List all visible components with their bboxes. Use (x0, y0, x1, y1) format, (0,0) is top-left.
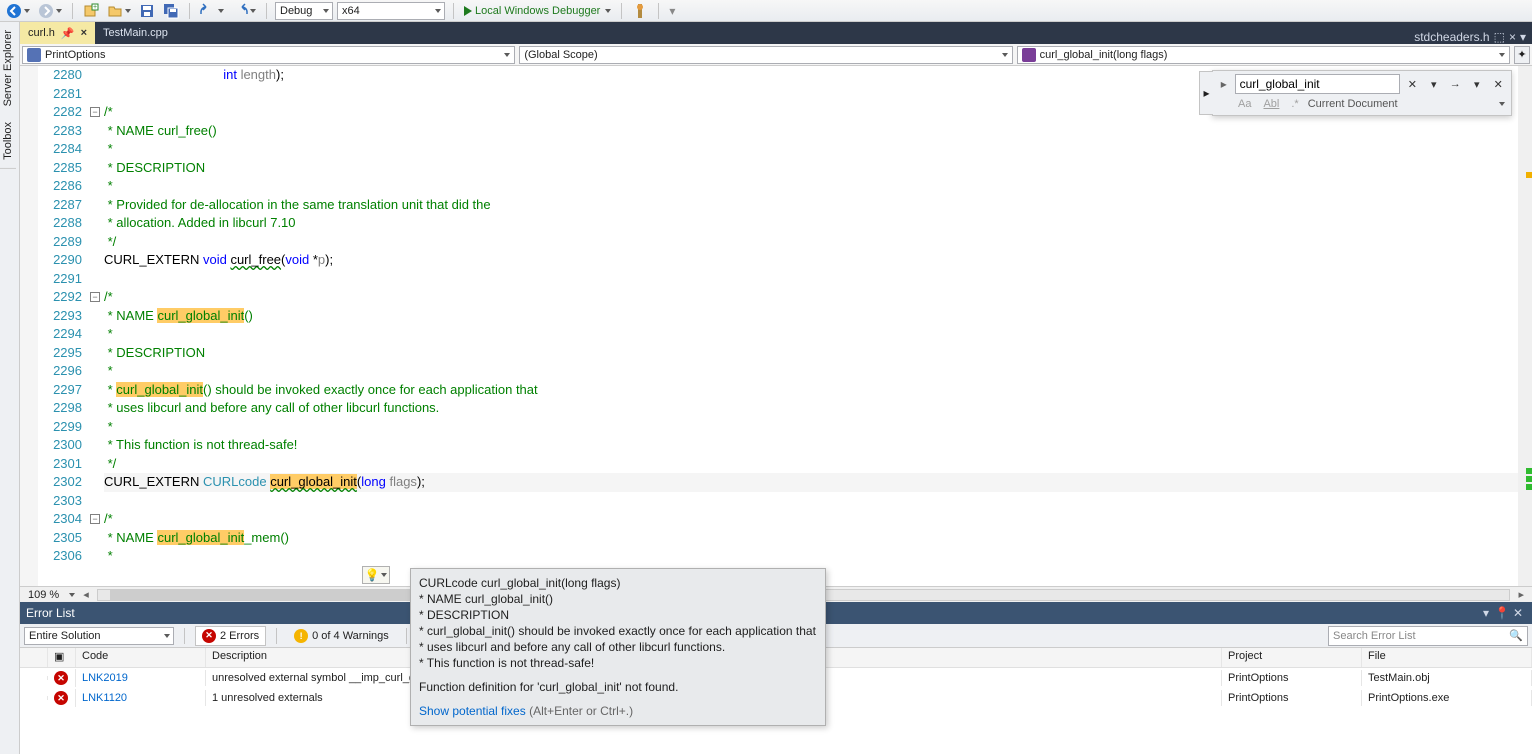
nav-back-button[interactable] (4, 0, 32, 21)
server-explorer-tab[interactable]: Server Explorer (0, 22, 16, 114)
config-select[interactable]: Debug (275, 2, 333, 20)
hscroll-left-icon[interactable]: ◂ (79, 588, 93, 601)
active-files-dropdown-icon[interactable]: ▾ (1520, 30, 1526, 44)
quick-actions-bulb-icon[interactable]: 💡 (362, 566, 390, 584)
save-icon[interactable] (137, 0, 157, 21)
left-tool-sidebar: Server Explorer Toolbox (0, 22, 20, 754)
platform-select[interactable]: x64 (337, 2, 445, 20)
close-icon[interactable]: × (81, 27, 87, 39)
expand-find-icon[interactable]: ▸ (1199, 71, 1213, 115)
close-icon[interactable]: × (1509, 30, 1516, 44)
tab-curl-h[interactable]: curl.h 📌 × (20, 22, 95, 44)
split-view-icon[interactable]: ✦ (1514, 46, 1530, 64)
close-find-icon[interactable]: ✕ (1490, 75, 1507, 93)
tab-label: TestMain.cpp (103, 27, 168, 39)
svg-text:+: + (93, 4, 97, 11)
redo-icon[interactable] (230, 0, 258, 21)
whole-word-toggle[interactable]: Abl (1260, 97, 1282, 111)
find-input[interactable] (1235, 74, 1400, 94)
intellisense-tooltip: CURLcode curl_global_init(long flags) * … (410, 568, 826, 726)
find-scope-select[interactable]: Current Document (1308, 98, 1491, 110)
scroll-marker-strip[interactable] (1518, 66, 1532, 586)
clear-find-icon[interactable]: ✕ (1404, 75, 1421, 93)
save-all-icon[interactable] (161, 0, 181, 21)
tab-label: curl.h (28, 27, 55, 39)
match-case-toggle[interactable]: Aa (1235, 97, 1254, 111)
close-icon[interactable]: ✕ (1510, 606, 1526, 620)
toolbox-tab[interactable]: Toolbox (0, 114, 16, 169)
hscroll-right-icon[interactable]: ▸ (1514, 588, 1528, 601)
nav-forward-button[interactable] (36, 0, 64, 21)
line-number-gutter: 2280228122822283228422852286228722882289… (38, 66, 88, 586)
tab-testmain[interactable]: TestMain.cpp (95, 22, 176, 44)
fold-gutter[interactable]: −−− (88, 66, 104, 586)
new-project-icon[interactable]: + (81, 0, 101, 21)
start-debug-button[interactable]: Local Windows Debugger (462, 0, 613, 21)
error-scope-select[interactable]: Entire Solution (24, 627, 174, 645)
regex-toggle[interactable]: .* (1288, 97, 1301, 111)
find-panel: ▸ ▸ ✕ ▾ → ▾ ✕ Aa Abl .* Current Document (1212, 70, 1512, 116)
overflow-icon[interactable]: ▾ (667, 0, 677, 21)
find-options-icon[interactable]: ▾ (1468, 75, 1485, 93)
promote-icon[interactable]: ⬚ (1494, 30, 1505, 44)
errors-filter-toggle[interactable]: ✕2 Errors (195, 626, 266, 646)
member-scope-select[interactable]: curl_global_init(long flags) (1017, 46, 1510, 64)
document-tab-strip: curl.h 📌 × TestMain.cpp stdcheaders.h ⬚ … (20, 22, 1532, 44)
window-menu-icon[interactable]: ▾ (1478, 606, 1494, 620)
zoom-select[interactable]: 109 % (24, 589, 63, 601)
code-navigation-bar: PrintOptions (Global Scope) curl_global_… (20, 44, 1532, 66)
error-search-input[interactable]: Search Error List🔍 (1328, 626, 1528, 646)
code-editor[interactable]: 2280228122822283228422852286228722882289… (20, 66, 1532, 586)
warnings-filter-toggle[interactable]: !0 of 4 Warnings (287, 626, 396, 646)
find-mode-toggle-icon[interactable]: ▸ (1217, 77, 1231, 91)
code-content[interactable]: int length);/* * NAME curl_free() * * DE… (104, 66, 1532, 586)
tool-icon[interactable] (630, 0, 650, 21)
find-dropdown-icon[interactable]: ▾ (1425, 75, 1442, 93)
find-next-icon[interactable]: → (1447, 75, 1464, 93)
glyph-margin (20, 66, 38, 586)
type-scope-select[interactable]: (Global Scope) (519, 46, 1012, 64)
pin-icon[interactable]: 📌 (61, 27, 75, 40)
open-file-icon[interactable] (105, 0, 133, 21)
main-toolbar: + Debug x64 Local Windows Debugger ▾ (0, 0, 1532, 22)
show-fixes-link[interactable]: Show potential fixes (419, 704, 526, 718)
undo-icon[interactable] (198, 0, 226, 21)
pin-icon[interactable]: 📍 (1494, 606, 1510, 620)
project-scope-select[interactable]: PrintOptions (22, 46, 515, 64)
preview-tab[interactable]: stdcheaders.h (1414, 30, 1489, 44)
